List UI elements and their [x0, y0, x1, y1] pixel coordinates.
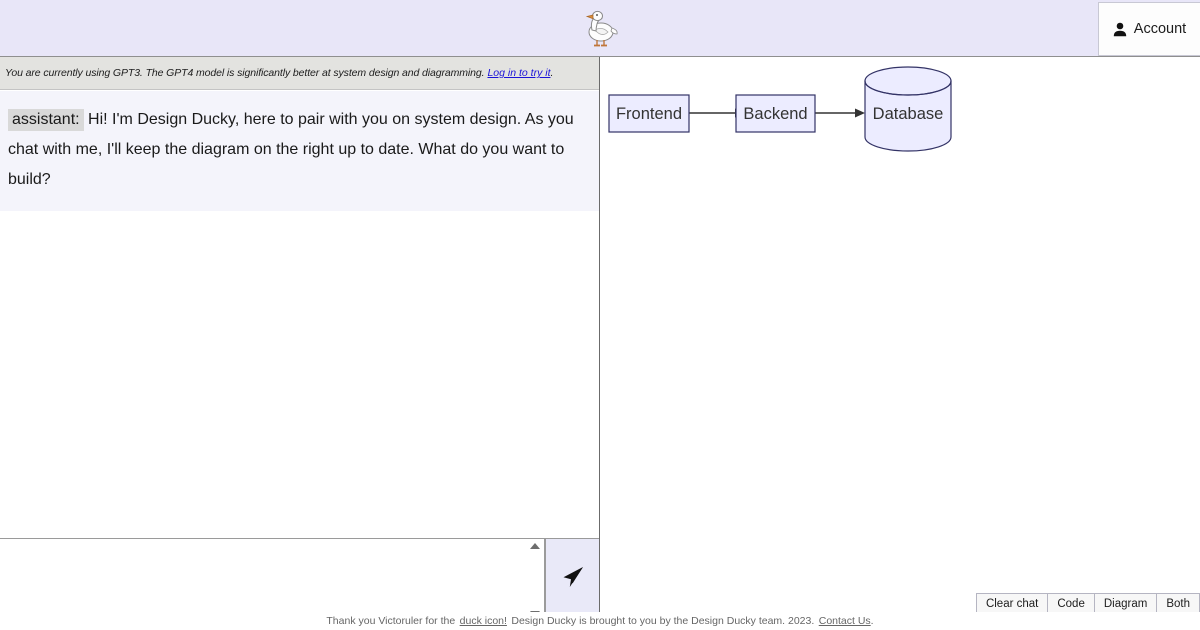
- svg-text:Backend: Backend: [743, 105, 807, 123]
- person-icon: [1113, 22, 1127, 37]
- app-root: Account You are currently using GPT3. Th…: [0, 0, 1200, 630]
- send-paper-plane-icon: [559, 563, 587, 596]
- chat-message-assistant: assistant: Hi! I'm Design Ducky, here to…: [0, 91, 599, 211]
- chat-input-scrollbar[interactable]: [527, 540, 543, 620]
- duck-icon: [582, 6, 618, 50]
- message-body-text: Hi! I'm Design Ducky, here to pair with …: [8, 111, 574, 188]
- svg-text:Database: Database: [873, 105, 944, 123]
- message-composer: [0, 538, 599, 621]
- model-notice-banner: You are currently using GPT3. The GPT4 m…: [0, 57, 599, 90]
- chat-input-wrapper: [0, 539, 545, 621]
- svg-text:Frontend: Frontend: [616, 105, 682, 123]
- diagram-node-database: Database: [864, 66, 952, 152]
- diagram-node-frontend: Frontend: [608, 94, 690, 133]
- account-button-label: Account: [1133, 21, 1187, 37]
- page-footer: Thank you Victoruler for the duck icon! …: [0, 612, 1200, 630]
- chat-panel: You are currently using GPT3. The GPT4 m…: [0, 57, 600, 630]
- chat-input[interactable]: [0, 539, 544, 620]
- app-header: Account: [0, 0, 1200, 57]
- model-notice-text: You are currently using GPT3. The GPT4 m…: [5, 67, 485, 79]
- message-role-label: assistant:: [8, 109, 84, 131]
- chat-message-list[interactable]: assistant: Hi! I'm Design Ducky, here to…: [0, 91, 599, 586]
- diagram-panel: Frontend Backend Database Clear chat Cod…: [601, 57, 1200, 630]
- notice-period: .: [550, 67, 554, 79]
- diagram-node-backend: Backend: [735, 94, 816, 133]
- scroll-up-arrow-icon[interactable]: [530, 543, 540, 549]
- account-button[interactable]: Account: [1098, 2, 1200, 56]
- footer-thanks-prefix: Thank you Victoruler for the: [326, 615, 456, 627]
- contact-us-link[interactable]: Contact Us: [819, 615, 871, 627]
- footer-period: .: [870, 615, 874, 627]
- system-diagram[interactable]: Frontend Backend Database: [601, 57, 1200, 577]
- duck-icon-credit-link[interactable]: duck icon!: [460, 615, 507, 627]
- login-to-try-link[interactable]: Log in to try it: [487, 67, 550, 79]
- diagram-edge-backend-database: [815, 108, 865, 118]
- logo-container: [0, 0, 1200, 56]
- footer-middle-text: Design Ducky is brought to you by the De…: [511, 615, 815, 627]
- send-button[interactable]: [545, 539, 599, 621]
